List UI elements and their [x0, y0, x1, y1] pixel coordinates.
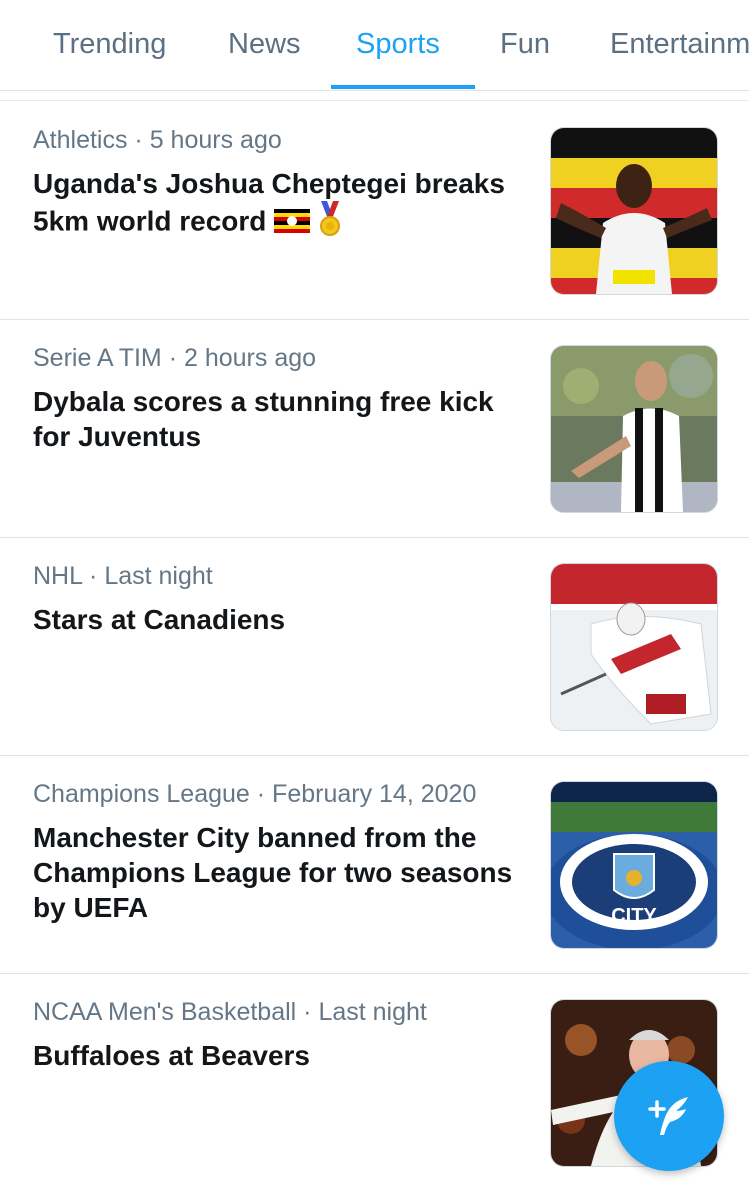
item-category: NCAA Men's Basketball — [33, 998, 297, 1026]
medal-icon — [318, 201, 342, 245]
tab-entertainment[interactable]: Entertainm — [610, 28, 749, 61]
tab-trending[interactable]: Trending — [53, 28, 166, 61]
item-thumbnail[interactable]: CITY — [550, 781, 718, 949]
city-text: CITY — [611, 905, 657, 927]
headline-text: Uganda's Joshua Cheptegei breaks 5km wor… — [33, 168, 505, 237]
item-meta: Athletics · 5 hours ago — [33, 126, 282, 154]
item-category: Serie A TIM — [33, 344, 162, 372]
item-time: 2 hours ago — [183, 344, 317, 372]
tab-news[interactable]: News — [228, 28, 301, 61]
compose-tweet-icon — [648, 1097, 688, 1135]
item-thumbnail[interactable] — [550, 127, 718, 295]
item-time: February 14, 2020 — [272, 780, 477, 808]
uganda-flag-icon — [274, 206, 311, 241]
item-category: NHL — [33, 562, 83, 590]
item-category: Athletics — [33, 126, 128, 154]
news-item-athletics[interactable]: Athletics · 5 hours ago Uganda's Joshua … — [0, 102, 749, 320]
item-headline: Uganda's Joshua Cheptegei breaks 5km wor… — [33, 166, 528, 245]
item-meta: Serie A TIM · 2 hours ago — [33, 344, 317, 372]
explore-tab-bar: Trending News Sports Fun Entertainm — [0, 0, 749, 91]
item-time: 5 hours ago — [149, 126, 282, 154]
news-item-champions-league[interactable]: Champions League · February 14, 2020 Man… — [0, 756, 749, 974]
item-headline: Buffaloes at Beavers — [33, 1040, 311, 1071]
tab-sports[interactable]: Sports — [356, 28, 440, 61]
item-headline: Manchester City banned from the Champion… — [33, 822, 513, 923]
item-time: Last night — [104, 562, 213, 590]
item-category: Champions League — [33, 780, 250, 808]
item-meta: NHL · Last night — [33, 562, 213, 590]
item-headline: Dybala scores a stunning free kick for J… — [33, 386, 494, 452]
tab-fun[interactable]: Fun — [500, 28, 550, 61]
item-meta: NCAA Men's Basketball · Last night — [33, 998, 427, 1026]
item-headline: Stars at Canadiens — [33, 604, 286, 635]
divider — [0, 100, 749, 101]
compose-button[interactable] — [614, 1061, 724, 1171]
item-time: Last night — [318, 998, 427, 1026]
news-item-serie-a[interactable]: Serie A TIM · 2 hours ago Dybala scores … — [0, 320, 749, 538]
item-meta: Champions League · February 14, 2020 — [33, 780, 477, 808]
item-thumbnail[interactable] — [550, 563, 718, 731]
item-thumbnail[interactable] — [550, 345, 718, 513]
news-item-nhl[interactable]: NHL · Last night Stars at Canadiens — [0, 538, 749, 756]
active-tab-indicator — [331, 85, 475, 89]
